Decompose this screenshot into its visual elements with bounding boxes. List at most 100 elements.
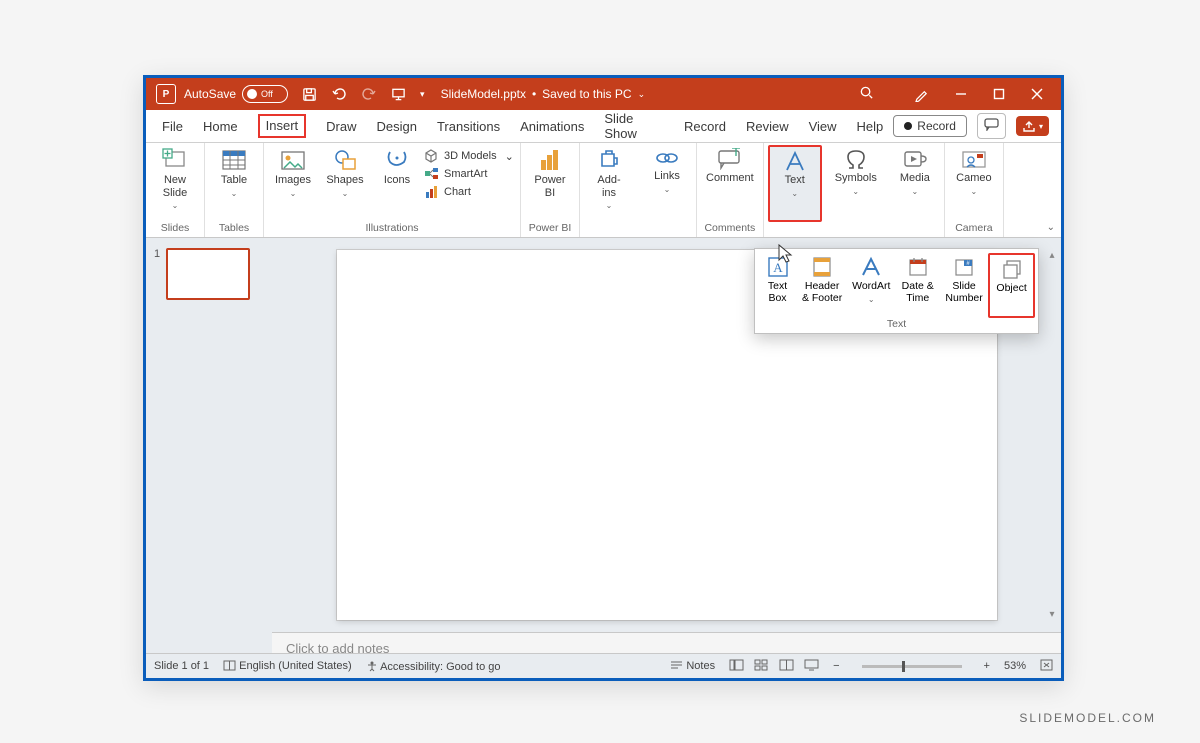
autosave-toggle[interactable]: AutoSave Off [184, 85, 288, 103]
title-text: SlideModel.pptx • Saved to this PC ⌄ [441, 87, 646, 101]
addins-button[interactable]: Add- ins⌄ [584, 145, 634, 218]
redo-icon[interactable] [361, 87, 377, 101]
undo-icon[interactable] [331, 87, 347, 101]
images-button[interactable]: Images⌄ [268, 145, 318, 218]
tab-draw[interactable]: Draw [316, 110, 366, 142]
3d-models-button[interactable]: 3D Models⌄ [424, 149, 516, 163]
ribbon-group-illustrations: Images⌄ Shapes⌄ Icons 3D Models⌄ SmartAr… [264, 143, 521, 237]
reading-view-icon[interactable] [779, 659, 794, 674]
quick-access-toolbar: ▾ [302, 87, 425, 102]
slide-thumbnail-1[interactable]: 1 [154, 248, 264, 300]
maximize-button[interactable] [993, 88, 1005, 100]
text-dropdown-panel: A Text Box Header & Footer WordArt⌄ Date… [754, 248, 1039, 334]
window-controls [914, 87, 1043, 102]
title-bar: P AutoSave Off ▾ SlideModel.pptx • Saved… [146, 78, 1061, 110]
pen-icon[interactable] [914, 87, 929, 102]
share-button[interactable]: ▾ [1016, 116, 1049, 136]
text-dropdown-button[interactable]: Text⌄ [768, 145, 822, 222]
table-button[interactable]: Table⌄ [209, 145, 259, 218]
ribbon-group-tables: Table⌄ Tables [205, 143, 264, 237]
sorter-view-icon[interactable] [754, 659, 769, 674]
3d-models-icon [424, 149, 439, 163]
wordart-button[interactable]: WordArt⌄ [847, 253, 895, 318]
ribbon-group-media: Media⌄ [886, 143, 945, 237]
cameo-button[interactable]: Cameo⌄ [949, 145, 999, 218]
ribbon-group-symbols: Symbols⌄ [826, 143, 886, 237]
thumbnail-preview [166, 248, 250, 300]
ribbon-collapse-icon[interactable]: ⌄ [1047, 222, 1055, 233]
notes-toggle[interactable]: Notes [670, 660, 715, 672]
wordart-icon [860, 256, 882, 278]
autosave-state: Off [261, 89, 273, 99]
date-time-icon [907, 256, 929, 278]
links-icon [654, 148, 680, 168]
save-icon[interactable] [302, 87, 317, 102]
powerbi-button[interactable]: Power BI [525, 145, 575, 218]
accessibility-icon [366, 660, 378, 672]
slide-number: 1 [154, 248, 160, 300]
ribbon-group-slides: New Slide⌄ Slides [146, 143, 205, 237]
powerbi-icon [537, 148, 563, 172]
search-icon[interactable] [859, 85, 874, 103]
slideshow-view-icon[interactable] [804, 659, 819, 674]
ribbon-group-comments: Comment Comments [697, 143, 764, 237]
tab-transitions[interactable]: Transitions [427, 110, 510, 142]
tab-home[interactable]: Home [193, 110, 248, 142]
powerpoint-window: P AutoSave Off ▾ SlideModel.pptx • Saved… [143, 75, 1064, 681]
chart-button[interactable]: Chart [424, 185, 516, 199]
slide-number-icon: # [953, 256, 975, 278]
autosave-label: AutoSave [184, 87, 236, 101]
tab-slideshow[interactable]: Slide Show [594, 110, 674, 142]
zoom-out-icon[interactable]: − [833, 660, 839, 672]
symbols-icon [843, 148, 869, 170]
accessibility-status[interactable]: Accessibility: Good to go [366, 660, 501, 673]
tab-help[interactable]: Help [847, 110, 894, 142]
tab-view[interactable]: View [799, 110, 847, 142]
normal-view-icon[interactable] [729, 659, 744, 674]
zoom-level: 53% [1004, 660, 1026, 672]
comment-button[interactable]: Comment [701, 145, 759, 218]
shapes-icon [332, 148, 358, 172]
vertical-scrollbar[interactable]: ▴▾ [1046, 250, 1058, 620]
title-dropdown-icon[interactable]: ⌄ [638, 89, 646, 100]
comments-pane-button[interactable] [977, 113, 1006, 139]
close-button[interactable] [1031, 88, 1043, 100]
saved-state: Saved to this PC [542, 87, 631, 101]
icons-icon [384, 148, 410, 172]
new-slide-button[interactable]: New Slide⌄ [150, 145, 200, 218]
slide-thumbnail-panel: 1 [146, 238, 272, 653]
media-button[interactable]: Media⌄ [890, 145, 940, 218]
comment-icon [716, 148, 744, 170]
date-time-button[interactable]: Date & Time [895, 253, 940, 318]
ribbon-group-links: Links⌄ [638, 143, 697, 237]
header-footer-icon [811, 256, 833, 278]
shapes-button[interactable]: Shapes⌄ [320, 145, 370, 218]
toggle-switch[interactable]: Off [242, 85, 288, 103]
smartart-button[interactable]: SmartArt [424, 167, 516, 181]
present-icon[interactable] [391, 87, 406, 101]
tab-review[interactable]: Review [736, 110, 799, 142]
tab-insert[interactable]: Insert [248, 110, 317, 142]
ribbon-group-powerbi: Power BI Power BI [521, 143, 580, 237]
tab-record[interactable]: Record [674, 110, 736, 142]
record-button[interactable]: Record [893, 115, 967, 137]
fit-to-window-icon[interactable] [1040, 659, 1053, 674]
object-button[interactable]: Object [988, 253, 1035, 318]
symbols-button[interactable]: Symbols⌄ [830, 145, 882, 218]
slide-number-button[interactable]: # Slide Number [940, 253, 988, 318]
tab-design[interactable]: Design [367, 110, 427, 142]
zoom-in-icon[interactable]: + [984, 660, 990, 672]
chart-icon [424, 185, 439, 199]
links-button[interactable]: Links⌄ [642, 145, 692, 218]
cameo-icon [960, 148, 988, 170]
view-buttons [729, 659, 819, 674]
header-footer-button[interactable]: Header & Footer [797, 253, 847, 318]
qat-more-icon[interactable]: ▾ [420, 89, 425, 100]
record-dot-icon [904, 122, 912, 130]
language-status[interactable]: English (United States) [223, 660, 352, 672]
tab-file[interactable]: File [152, 110, 193, 142]
minimize-button[interactable] [955, 88, 967, 100]
icons-button[interactable]: Icons [372, 145, 422, 218]
zoom-slider[interactable] [862, 665, 962, 668]
tab-animations[interactable]: Animations [510, 110, 594, 142]
